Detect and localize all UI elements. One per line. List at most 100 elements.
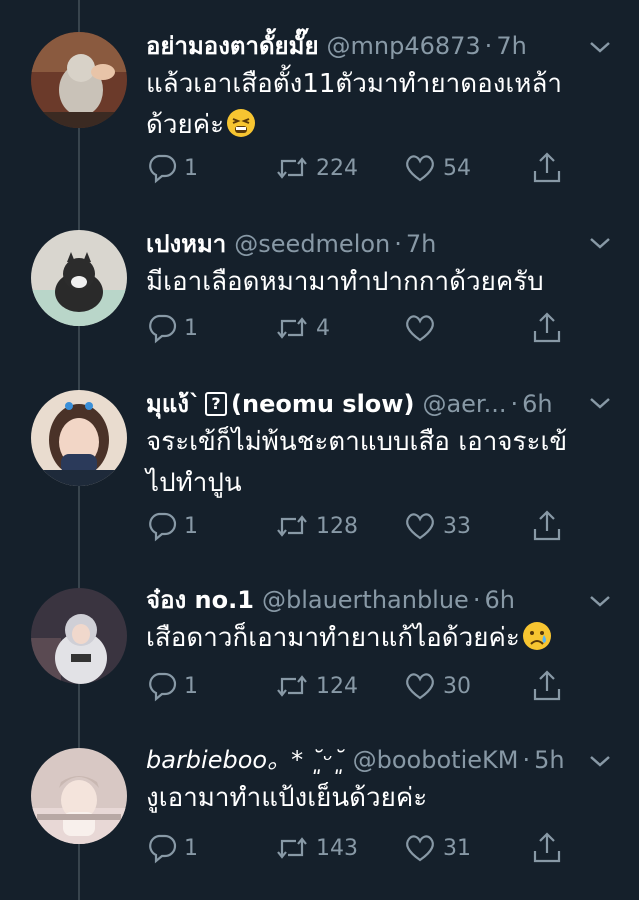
separator-dot: · [472,586,481,614]
reply-count: 1 [184,835,198,861]
display-name[interactable]: อย่ามองตาดั้ยมั๊ย [146,30,319,62]
like-count: 54 [443,155,471,181]
tired-face-emoji [227,109,256,137]
user-handle[interactable]: @mnp46873 [327,30,481,62]
like-button[interactable]: 31 [403,828,471,868]
unknown-glyph-icon: ? [205,392,228,416]
reply-button[interactable]: 1 [146,506,198,546]
user-handle[interactable]: @boobotieKM [353,744,519,776]
tweet-text-content: แล้วเอาเสือตั้ง11ตัวมาทำยาดองเหล้าด้วยค่… [146,69,562,140]
reply-button[interactable]: 1 [146,308,198,348]
reply-icon [149,672,177,702]
reply-icon [149,512,177,542]
timestamp[interactable]: 6h [522,388,552,420]
retweet-icon [277,675,307,697]
user-handle[interactable]: @aer... [422,388,506,420]
share-icon [533,832,561,863]
retweet-icon [277,837,307,859]
tweet[interactable]: มุแง้` ? (neomu slow) @aer... · 6h จระเข… [0,360,639,560]
chevron-down-icon[interactable] [585,586,615,616]
like-button[interactable] [403,308,443,348]
timestamp[interactable]: 6h [484,584,514,616]
display-name[interactable]: จ๋อง no.1 [146,584,254,616]
tweet-text: มีเอาเลือดหมามาทำปากกาด้วยครับ [146,267,544,297]
reply-button[interactable]: 1 [146,148,198,188]
retweet-button[interactable]: 124 [274,666,358,706]
separator-dot: · [394,230,402,258]
tweet[interactable]: อย่ามองตาดั้ยมั๊ย @mnp46873 · 7h แล้วเอา… [0,0,639,200]
separator-dot: · [484,32,493,60]
chevron-down-icon[interactable] [585,746,615,776]
avatar[interactable] [31,32,127,128]
retweet-icon [277,515,307,537]
reply-icon [149,834,177,864]
reply-count: 1 [184,673,198,699]
tweet[interactable]: barbieboo。* ˘͈ᵕ˘͈ @boobotieKM · 5h งูเอา… [0,720,639,900]
reply-count: 1 [184,155,198,181]
retweet-count: 143 [316,835,358,861]
share-icon [533,152,561,183]
user-handle[interactable]: @blauerthanblue [262,584,469,616]
timestamp[interactable]: 7h [496,30,526,62]
display-name[interactable]: มุแง้` [146,388,201,420]
retweet-button[interactable]: 128 [274,506,358,546]
share-icon [533,312,561,343]
chevron-down-icon[interactable] [585,228,615,258]
display-name[interactable]: barbieboo。* ˘͈ᵕ˘͈ [146,744,345,776]
user-handle[interactable]: @seedmelon [234,228,390,260]
separator-dot: · [522,746,531,774]
separator-dot: · [510,390,519,418]
crying-face-emoji [522,622,551,650]
chevron-down-icon[interactable] [585,388,615,418]
reply-button[interactable]: 1 [146,828,198,868]
reply-icon [149,314,177,344]
retweet-count: 124 [316,673,358,699]
retweet-icon [277,317,307,339]
share-icon [533,670,561,701]
tweet-text: แล้วเอาเสือตั้ง11ตัวมาทำยาดองเหล้าด้วยค่… [146,64,596,146]
retweet-count: 224 [316,155,358,181]
like-count: 30 [443,673,471,699]
reply-count: 1 [184,315,198,341]
like-count: 33 [443,513,471,539]
tweet-text: เสือดาวก็เอามาทำยาแก้ไอด้วยค่ะ [146,618,596,659]
retweet-button[interactable]: 224 [274,148,358,188]
retweet-count: 4 [316,315,330,341]
retweet-count: 128 [316,513,358,539]
retweet-button[interactable]: 4 [274,308,330,348]
share-button[interactable] [530,506,570,546]
heart-icon [406,315,434,342]
chevron-down-icon[interactable] [585,32,615,62]
tweet[interactable]: เปงหมา @seedmelon · 7h มีเอาเลือดหมามาทำ… [0,200,639,360]
avatar[interactable] [31,748,127,844]
tweet-text: งูเอามาทำแป้งเย็นด้วยค่ะ [146,783,428,813]
heart-icon [406,155,434,182]
share-button[interactable] [530,148,570,188]
avatar[interactable] [31,230,127,326]
share-button[interactable] [530,828,570,868]
display-name[interactable]: เปงหมา [146,228,226,260]
timestamp[interactable]: 7h [406,228,436,260]
timestamp[interactable]: 5h [534,744,564,776]
retweet-icon [277,157,307,179]
reply-button[interactable]: 1 [146,666,198,706]
reply-count: 1 [184,513,198,539]
heart-icon [406,513,434,540]
tweet[interactable]: จ๋อง no.1 @blauerthanblue · 6h เสือดาวก็… [0,560,639,720]
like-count: 31 [443,835,471,861]
retweet-button[interactable]: 143 [274,828,358,868]
heart-icon [406,673,434,700]
like-button[interactable]: 30 [403,666,471,706]
tweet-text: จระเข้ก็ไม่พ้นชะตาแบบเสือ เอาจระเข้ไปทำป… [146,427,568,498]
avatar[interactable] [31,390,127,486]
tweet-text-content: เสือดาวก็เอามาทำยาแก้ไอด้วยค่ะ [146,623,520,653]
reply-icon [149,154,177,184]
heart-icon [406,835,434,862]
share-button[interactable] [530,308,570,348]
share-icon [533,510,561,541]
like-button[interactable]: 54 [403,148,471,188]
display-name-suffix[interactable]: (neomu slow) [231,388,414,420]
share-button[interactable] [530,666,570,706]
avatar[interactable] [31,588,127,684]
like-button[interactable]: 33 [403,506,471,546]
